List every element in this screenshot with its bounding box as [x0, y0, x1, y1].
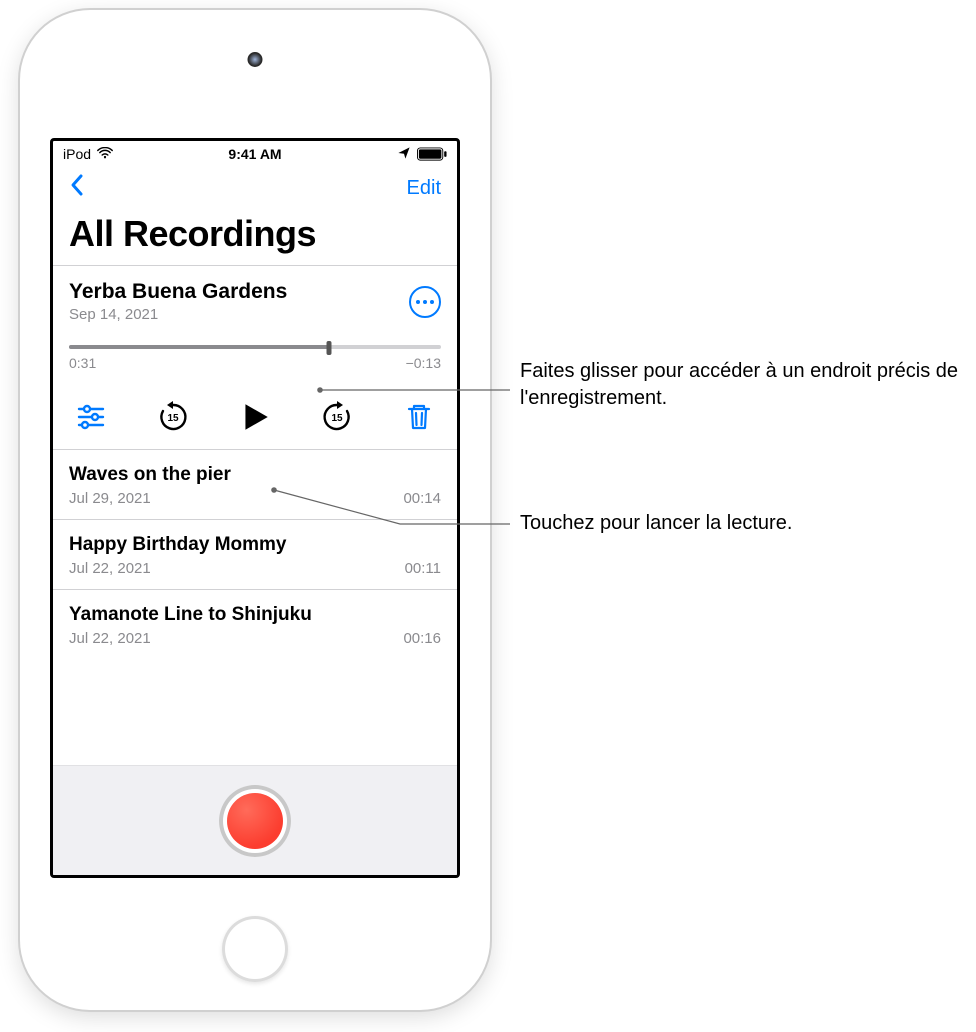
callout-play: Touchez pour lancer la lecture. [520, 510, 960, 537]
callout-scrubber: Faites glisser pour accéder à un endroit… [520, 358, 960, 412]
